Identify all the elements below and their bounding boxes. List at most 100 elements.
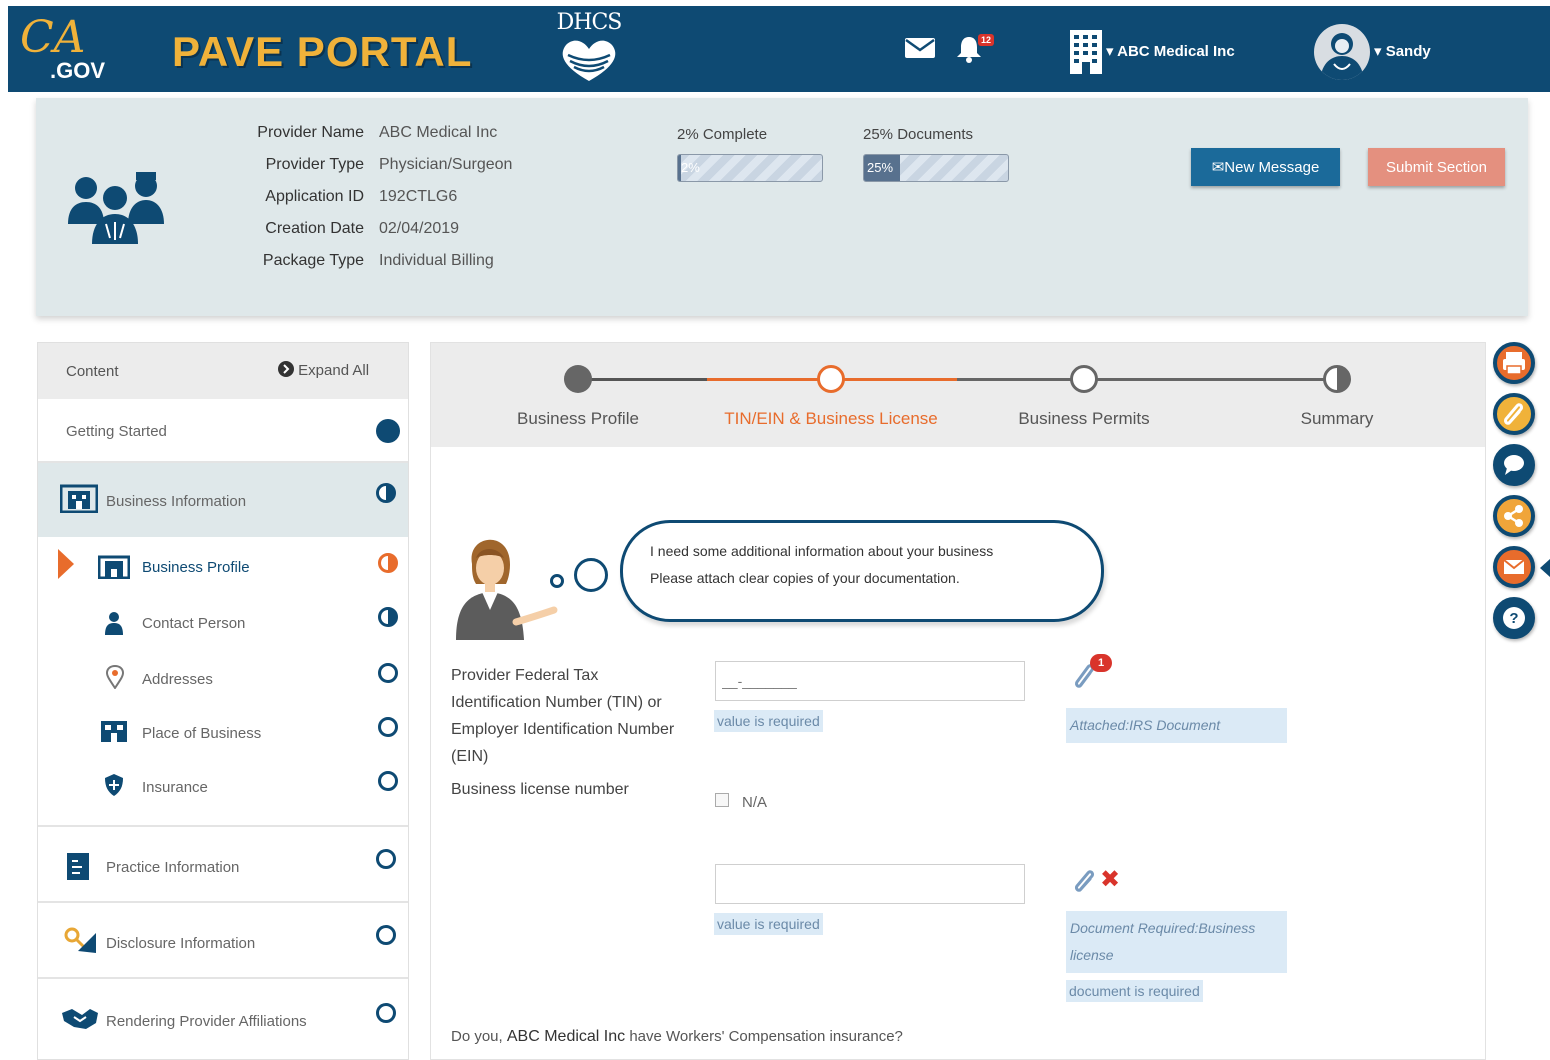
- help-icon[interactable]: ?: [1493, 597, 1535, 639]
- empty-status-icon: [378, 717, 398, 737]
- addresses-label: Addresses: [142, 671, 213, 688]
- expand-all-link[interactable]: Expand All: [278, 361, 369, 379]
- sidebar-subitem-insurance[interactable]: Insurance: [38, 757, 408, 811]
- business-building-icon: [59, 483, 99, 517]
- step-progress-bar: Business Profile TIN/EIN & Business Lice…: [431, 343, 1485, 447]
- envelope-icon: ✉: [1211, 159, 1225, 176]
- assistant-message-line1: I need some additional information about…: [650, 543, 994, 559]
- step-done-icon[interactable]: [564, 365, 592, 393]
- chat-bubble-icon[interactable]: [1493, 444, 1535, 486]
- share-icon[interactable]: [1493, 495, 1535, 537]
- portal-title: PAVE PORTAL: [172, 28, 473, 75]
- step-business-profile[interactable]: Business Profile: [458, 409, 698, 429]
- tin-ein-input[interactable]: [715, 661, 1025, 701]
- documents-progress-text: 25%: [867, 160, 894, 175]
- rendering-provider-label: Rendering Provider Affiliations: [106, 1013, 307, 1030]
- user-name: Sandy: [1385, 43, 1431, 60]
- document-required-note: Document Required:Business license: [1066, 911, 1287, 973]
- clipboard-icon: [66, 851, 90, 885]
- practice-information-label: Practice Information: [106, 859, 240, 876]
- sidebar-subitem-business-profile[interactable]: Business Profile: [38, 539, 408, 593]
- person-icon: [104, 611, 124, 639]
- disclosure-information-label: Disclosure Information: [106, 935, 256, 952]
- sidebar-subitem-contact-person[interactable]: Contact Person: [38, 595, 408, 649]
- user-avatar[interactable]: [1314, 24, 1370, 80]
- chevron-circle-right-icon: [278, 361, 294, 377]
- provider-type-value: Physician/Surgeon: [379, 156, 513, 173]
- submit-section-button[interactable]: Submit Section: [1368, 148, 1505, 186]
- getting-started-label: Getting Started: [66, 423, 167, 440]
- creation-date-value: 02/04/2019: [379, 220, 460, 237]
- step-connector: [579, 378, 707, 381]
- empty-status-icon: [378, 663, 398, 683]
- assistant-message-line2: Please attach clear copies of your docum…: [650, 570, 960, 586]
- sidebar-item-business-information[interactable]: Business Information: [38, 463, 408, 537]
- package-type-label: Package Type: [262, 252, 364, 269]
- thought-dot-small: [550, 574, 564, 588]
- half-status-icon: [376, 483, 396, 503]
- paperclip-icon[interactable]: [1072, 868, 1098, 899]
- org-name: ABC Medical Inc: [1117, 43, 1235, 60]
- caret-down-icon: ▾: [1106, 43, 1118, 60]
- current-pointer-icon: [58, 549, 74, 579]
- insurance-label: Insurance: [142, 779, 208, 796]
- active-pointer-icon: [1540, 559, 1550, 577]
- complete-progress-bar: 2%: [677, 154, 823, 182]
- in-progress-status-icon: [378, 553, 398, 573]
- business-profile-label: Business Profile: [142, 559, 250, 576]
- empty-status-icon: [376, 925, 396, 945]
- assistant-avatar: [450, 536, 560, 645]
- step-connector: [957, 378, 1337, 381]
- sidebar-subitem-place-of-business[interactable]: Place of Business: [38, 703, 408, 757]
- shield-icon: [104, 773, 124, 801]
- content-label: Content: [66, 363, 119, 380]
- step-business-permits[interactable]: Business Permits: [964, 409, 1204, 429]
- provider-name-label: Provider Name: [257, 124, 364, 141]
- documents-progress-label: 25% Documents: [863, 126, 974, 143]
- step-active-icon[interactable]: [817, 365, 845, 393]
- storefront-icon: [100, 719, 128, 747]
- workers-comp-question: Do you, ABC Medical Inc have Workers' Co…: [451, 1028, 903, 1046]
- workers-comp-prefix: Do you,: [451, 1028, 503, 1045]
- provider-type-label: Provider Type: [265, 156, 364, 173]
- notification-badge: 12: [978, 34, 995, 46]
- workers-comp-org: ABC Medical Inc: [506, 1028, 626, 1045]
- step-empty-icon[interactable]: [1070, 365, 1098, 393]
- step-half-icon[interactable]: [1323, 365, 1351, 393]
- half-status-icon: [378, 607, 398, 627]
- user-dropdown[interactable]: ▾ Sandy: [1374, 42, 1431, 60]
- ca-gov-text: .GOV: [50, 58, 106, 83]
- top-navbar: CA .GOV PAVE PORTAL DHCS 12 ▾ ABC Medica…: [8, 6, 1550, 92]
- new-message-button[interactable]: ✉New Message: [1191, 148, 1340, 186]
- complete-status-icon: [376, 419, 400, 443]
- business-license-input[interactable]: [715, 864, 1025, 904]
- workers-comp-suffix: have Workers' Compensation insurance?: [629, 1028, 903, 1045]
- complete-progress-text: 2%: [681, 160, 700, 175]
- attached-irs-note: Attached:IRS Document: [1066, 708, 1287, 743]
- dhcs-logo: DHCS: [544, 10, 634, 90]
- sidebar-subitem-addresses[interactable]: Addresses: [38, 649, 408, 703]
- ca-gov-logo[interactable]: CA .GOV: [20, 16, 105, 82]
- sidebar-item-getting-started[interactable]: Getting Started: [38, 399, 408, 461]
- dhcs-logo-text: DHCS: [556, 10, 623, 35]
- attachment-icon[interactable]: [1493, 393, 1535, 435]
- print-icon[interactable]: [1493, 342, 1535, 384]
- building-icon[interactable]: [1066, 28, 1106, 81]
- document-is-required-note: document is required: [1066, 980, 1203, 1002]
- complete-progress-label: 2% Complete: [677, 126, 768, 143]
- step-summary[interactable]: Summary: [1217, 409, 1457, 429]
- step-tin-ein[interactable]: TIN/EIN & Business License: [711, 409, 951, 429]
- dhcs-heart-icon: [562, 40, 616, 81]
- contact-person-label: Contact Person: [142, 615, 246, 632]
- license-required-note: value is required: [714, 913, 823, 935]
- sidebar-item-disclosure-information[interactable]: Disclosure Information: [38, 903, 408, 977]
- remove-x-icon[interactable]: ✖: [1100, 868, 1120, 892]
- sidebar-item-rendering-provider[interactable]: Rendering Provider Affiliations: [38, 979, 408, 1059]
- mail-icon[interactable]: [904, 36, 936, 65]
- provider-summary-panel: Provider Name ABC Medical Inc Provider T…: [36, 98, 1528, 316]
- new-message-label: New Message: [1224, 159, 1320, 176]
- sidebar-item-practice-information[interactable]: Practice Information: [38, 827, 408, 901]
- na-checkbox[interactable]: [715, 793, 729, 807]
- org-dropdown[interactable]: ▾ ABC Medical Inc: [1106, 42, 1235, 60]
- envelope-icon[interactable]: [1493, 546, 1535, 588]
